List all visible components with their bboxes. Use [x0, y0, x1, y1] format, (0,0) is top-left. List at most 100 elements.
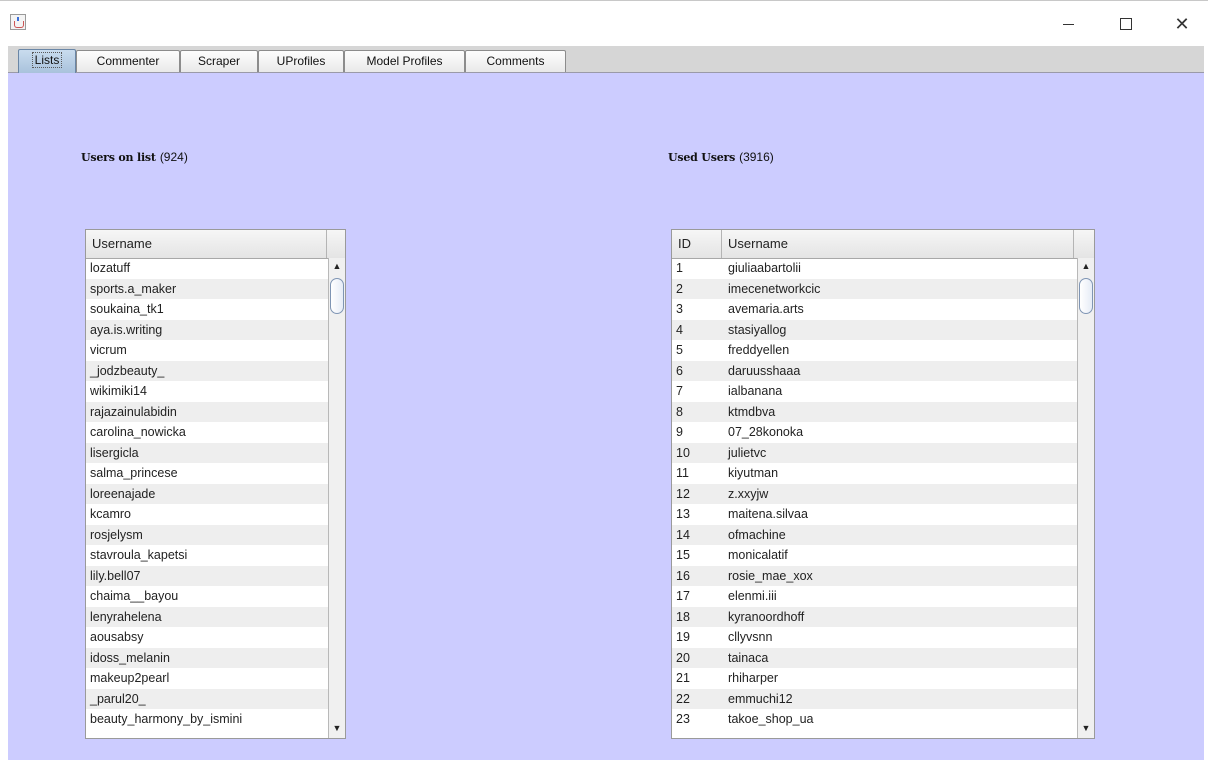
table-row[interactable]: 10 julietvc: [672, 442, 1078, 463]
table-row[interactable]: 22 emmuchi12: [672, 688, 1078, 709]
tab-commenter[interactable]: Commenter: [76, 50, 180, 72]
used-users-rows: 1 giuliaabartolii 2 imecenetworkcic 3 avemari…: [672, 258, 1078, 730]
scroll-thumb[interactable]: [330, 278, 344, 314]
username-cell: ktmdbva: [728, 404, 776, 419]
tab-label: Model Profiles: [366, 54, 443, 68]
table-row[interactable]: 23 takoe_shop_ua: [672, 709, 1078, 730]
table-header: ID Username: [672, 230, 1094, 259]
table-row[interactable]: 19 cllyvsnn: [672, 627, 1078, 648]
id-cell: 4: [676, 322, 683, 337]
username-cell: emmuchi12: [728, 691, 793, 706]
table-row[interactable]: 6 daruusshaaa: [672, 360, 1078, 381]
table-row[interactable]: 13 maitena.silvaa: [672, 504, 1078, 525]
table-row[interactable]: 3 avemaria.arts: [672, 299, 1078, 320]
username-cell: 07_28konoka: [728, 425, 804, 439]
table-row[interactable]: wikimiki14: [86, 381, 328, 402]
table-row[interactable]: 16 rosie_mae_xox: [672, 565, 1078, 586]
id-cell: 10: [676, 445, 690, 460]
minimize-icon: [1062, 23, 1074, 25]
username-cell: soukaina_tk1: [90, 302, 164, 316]
id-cell: 1: [676, 261, 683, 275]
table-row[interactable]: kcamro: [86, 504, 328, 525]
tab-model-profiles[interactable]: Model Profiles: [344, 50, 465, 72]
table-row[interactable]: loreenajade: [86, 483, 328, 504]
scroll-up-arrow-icon[interactable]: ▲: [331, 260, 343, 272]
table-row[interactable]: beauty_harmony_by_ismini: [86, 709, 328, 730]
used-users-heading: Used Users (3916): [668, 150, 774, 164]
tab-lists[interactable]: Lists: [18, 49, 76, 73]
tab-scraper[interactable]: Scraper: [180, 50, 258, 72]
username-cell: daruusshaaa: [728, 363, 801, 378]
username-cell: ialbanana: [728, 384, 783, 398]
table-row[interactable]: stavroula_kapetsi: [86, 545, 328, 566]
table-row[interactable]: 20 tainaca: [672, 647, 1078, 668]
tab-uprofiles[interactable]: UProfiles: [258, 50, 344, 72]
id-cell: 12: [676, 486, 690, 501]
tab-comments[interactable]: Comments: [465, 50, 566, 72]
table-row[interactable]: chaima__bayou: [86, 586, 328, 607]
close-button[interactable]: ✕: [1164, 7, 1200, 41]
table-row[interactable]: 4 stasiyallog: [672, 319, 1078, 340]
table-row[interactable]: 9 07_28konoka: [672, 422, 1078, 443]
username-cell: elenmi.iii: [728, 589, 777, 603]
username-cell: aousabsy: [90, 630, 144, 644]
minimize-button[interactable]: [1050, 7, 1086, 41]
users-on-list-count: (924): [159, 150, 188, 164]
table-row[interactable]: 15 monicalatif: [672, 545, 1078, 566]
id-cell: 22: [676, 691, 690, 706]
table-row[interactable]: makeup2pearl: [86, 668, 328, 689]
username-cell: lenyrahelena: [90, 609, 162, 624]
username-cell: loreenajade: [90, 486, 156, 501]
table-row[interactable]: sports.a_maker: [86, 278, 328, 299]
table-row[interactable]: rosjelysm: [86, 524, 328, 545]
table-row[interactable]: _jodzbeauty_: [86, 360, 328, 381]
table-row[interactable]: 12 z.xxyjw: [672, 483, 1078, 504]
username-cell: kyranoordhoff: [728, 609, 805, 624]
column-header-username[interactable]: Username: [722, 230, 1074, 258]
table-row[interactable]: aya.is.writing: [86, 319, 328, 340]
id-cell: 23: [676, 712, 690, 726]
vertical-scrollbar[interactable]: ▲ ▼: [1077, 258, 1094, 738]
table-row[interactable]: lenyrahelena: [86, 606, 328, 627]
table-row[interactable]: 7 ialbanana: [672, 381, 1078, 402]
table-row[interactable]: lisergicla: [86, 442, 328, 463]
table-row[interactable]: aousabsy: [86, 627, 328, 648]
table-row[interactable]: idoss_melanin: [86, 647, 328, 668]
table-row[interactable]: 2 imecenetworkcic: [672, 278, 1078, 299]
id-cell: 7: [676, 384, 683, 398]
table-row[interactable]: 5 freddyellen: [672, 340, 1078, 361]
table-row[interactable]: lozatuff: [86, 258, 328, 279]
header-corner: [327, 230, 345, 258]
table-row[interactable]: carolina_nowicka: [86, 422, 328, 443]
column-header-id[interactable]: ID: [672, 230, 722, 258]
table-row[interactable]: 11 kiyutman: [672, 463, 1078, 484]
username-cell: julietvc: [728, 445, 767, 460]
scroll-down-arrow-icon[interactable]: ▼: [1080, 722, 1092, 734]
column-header-username[interactable]: Username: [86, 230, 327, 258]
scroll-thumb[interactable]: [1079, 278, 1093, 314]
table-row[interactable]: 18 kyranoordhoff: [672, 606, 1078, 627]
table-row[interactable]: rajazainulabidin: [86, 401, 328, 422]
maximize-button[interactable]: [1108, 7, 1144, 41]
table-row[interactable]: soukaina_tk1: [86, 299, 328, 320]
table-row[interactable]: 8 ktmdbva: [672, 401, 1078, 422]
table-row[interactable]: 14 ofmachine: [672, 524, 1078, 545]
table-row[interactable]: 21 rhiharper: [672, 668, 1078, 689]
username-cell: stasiyallog: [728, 322, 787, 337]
table-row[interactable]: 17 elenmi.iii: [672, 586, 1078, 607]
vertical-scrollbar[interactable]: ▲ ▼: [328, 258, 345, 738]
username-cell: salma_princese: [90, 466, 178, 480]
id-cell: 16: [676, 568, 690, 583]
users-on-list-heading: Users on list (924): [81, 150, 188, 164]
table-row[interactable]: salma_princese: [86, 463, 328, 484]
username-cell: tainaca: [728, 650, 769, 665]
username-cell: stavroula_kapetsi: [90, 548, 188, 562]
table-row[interactable]: 1 giuliaabartolii: [672, 258, 1078, 279]
table-row[interactable]: _parul20_: [86, 688, 328, 709]
scroll-down-arrow-icon[interactable]: ▼: [331, 722, 343, 734]
id-cell: 20: [676, 650, 690, 665]
table-row[interactable]: lily.bell07: [86, 565, 328, 586]
table-row[interactable]: vicrum: [86, 340, 328, 361]
id-cell: 15: [676, 548, 690, 562]
scroll-up-arrow-icon[interactable]: ▲: [1080, 260, 1092, 272]
